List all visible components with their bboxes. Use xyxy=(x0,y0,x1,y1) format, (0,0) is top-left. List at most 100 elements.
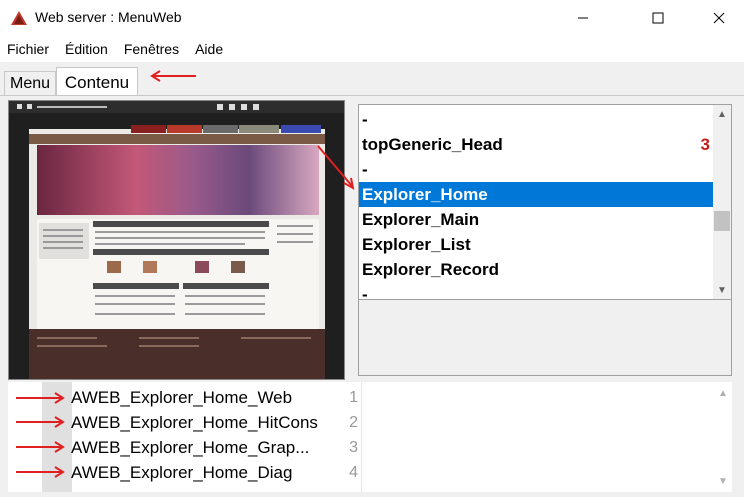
list-item-number: 3 xyxy=(349,439,358,456)
list-item-label: - xyxy=(362,110,368,129)
list-item-label: AWEB_Explorer_Home_HitCons xyxy=(71,413,318,432)
preview-tab xyxy=(131,125,166,133)
preview-header xyxy=(29,134,325,144)
list-item[interactable]: - xyxy=(359,157,714,182)
list-item-label: AWEB_Explorer_Home_Diag xyxy=(71,463,293,482)
scroll-up-icon[interactable]: ▲ xyxy=(713,105,731,123)
minimize-button[interactable] xyxy=(560,0,606,36)
list-item[interactable]: Explorer_List xyxy=(359,232,714,257)
preview-tab xyxy=(239,125,279,133)
list-item[interactable]: - xyxy=(359,282,714,300)
list-item-label: - xyxy=(362,160,368,179)
preview-text xyxy=(95,237,265,239)
preview-tab xyxy=(167,125,202,133)
list-item-label: Explorer_Record xyxy=(362,260,499,279)
preview-banner xyxy=(37,145,319,215)
list-item[interactable]: AWEB_Explorer_Home_Web 1 xyxy=(8,385,708,410)
maximize-button[interactable] xyxy=(635,0,681,36)
preview-tab xyxy=(281,125,321,133)
minimize-icon xyxy=(578,17,588,19)
preview-thumbnail xyxy=(195,261,209,273)
content-listbox[interactable]: - topGeneric_Head 3 - Explorer_Home Explo… xyxy=(358,104,732,300)
scroll-down-icon[interactable]: ▼ xyxy=(714,472,732,490)
scroll-up-icon[interactable]: ▲ xyxy=(714,384,732,402)
preview-icon xyxy=(217,104,223,110)
preview-text xyxy=(43,241,83,243)
preview-icon xyxy=(27,104,32,109)
tab-menu[interactable]: Menu xyxy=(4,71,56,96)
list-item-selected[interactable]: Explorer_Home xyxy=(359,182,714,207)
preview-text xyxy=(241,337,311,339)
window-title: Web server : MenuWeb xyxy=(35,9,182,25)
scroll-thumb[interactable] xyxy=(714,211,730,231)
list-item-label: AWEB_Explorer_Home_Web xyxy=(71,388,293,407)
preview-text xyxy=(95,231,265,233)
preview-text xyxy=(43,247,83,249)
menu-fenetres[interactable]: Fenêtres xyxy=(116,41,187,57)
list-item[interactable]: topGeneric_Head 3 xyxy=(359,132,714,157)
list-item-label: Explorer_List xyxy=(362,235,471,254)
preview-text xyxy=(37,106,107,108)
preview-section-header xyxy=(183,283,269,289)
preview-thumbnail xyxy=(231,261,245,273)
app-icon xyxy=(11,11,27,25)
preview-thumbnail xyxy=(107,261,121,273)
preview-text xyxy=(277,241,313,243)
list-item-number: 4 xyxy=(349,464,358,481)
preview-text xyxy=(185,303,265,305)
list-item-number: 2 xyxy=(349,414,358,431)
menu-aide[interactable]: Aide xyxy=(187,41,231,57)
list-item-label: - xyxy=(362,285,368,300)
preview-text xyxy=(95,303,175,305)
vertical-scrollbar[interactable]: ▲ ▼ xyxy=(714,382,732,492)
title-bar: Web server : MenuWeb xyxy=(0,0,744,36)
list-item-label: AWEB_Explorer_Home_Grap... xyxy=(71,438,310,457)
list-item-label: Explorer_Main xyxy=(362,210,480,229)
preview-text xyxy=(185,295,265,297)
preview-icon xyxy=(253,104,259,110)
count-badge: 3 xyxy=(700,135,710,154)
preview-text xyxy=(95,243,245,245)
menu-bar: Fichier Édition Fenêtres Aide xyxy=(0,36,744,62)
preview-text xyxy=(37,337,97,339)
preview-text xyxy=(139,345,199,347)
menu-edition[interactable]: Édition xyxy=(57,41,116,57)
preview-section-header xyxy=(93,249,269,255)
preview-text xyxy=(43,229,83,231)
preview-tab xyxy=(203,125,238,133)
preview-icon xyxy=(17,104,22,109)
preview-text xyxy=(277,233,313,235)
menu-fichier[interactable]: Fichier xyxy=(0,41,57,57)
preview-text xyxy=(277,225,313,227)
preview-section-header xyxy=(93,283,179,289)
preview-text xyxy=(95,313,175,315)
list-item[interactable]: Explorer_Main xyxy=(359,207,714,232)
scroll-down-icon[interactable]: ▼ xyxy=(713,281,731,299)
list-item[interactable]: AWEB_Explorer_Home_Diag 4 xyxy=(8,460,708,485)
preview-text xyxy=(185,313,265,315)
preview-section-header xyxy=(93,221,269,227)
status-strip xyxy=(0,492,744,497)
list-item[interactable]: - xyxy=(359,107,714,132)
vertical-scrollbar[interactable]: ▲ ▼ xyxy=(713,105,731,299)
preview-icon xyxy=(241,104,247,110)
list-item-label: topGeneric_Head xyxy=(362,135,503,154)
list-item[interactable]: Explorer_Record xyxy=(359,257,714,282)
close-button[interactable] xyxy=(696,0,742,36)
list-item[interactable]: AWEB_Explorer_Home_Grap... 3 xyxy=(8,435,708,460)
page-preview-image xyxy=(8,100,345,380)
preview-icon xyxy=(229,104,235,110)
detail-panel xyxy=(358,300,732,376)
preview-text xyxy=(37,345,107,347)
tab-contenu[interactable]: Contenu xyxy=(56,67,138,97)
preview-text xyxy=(139,337,199,339)
list-item[interactable]: AWEB_Explorer_Home_HitCons 2 xyxy=(8,410,708,435)
close-icon xyxy=(713,12,725,24)
preview-text xyxy=(43,235,83,237)
list-item-number: 1 xyxy=(349,389,358,406)
preview-text xyxy=(95,295,175,297)
list-item-label: Explorer_Home xyxy=(362,185,488,204)
maximize-icon xyxy=(652,12,664,24)
bottom-listbox[interactable]: AWEB_Explorer_Home_Web 1 AWEB_Explorer_H… xyxy=(8,382,732,492)
tab-strip: Menu Contenu xyxy=(0,62,744,97)
